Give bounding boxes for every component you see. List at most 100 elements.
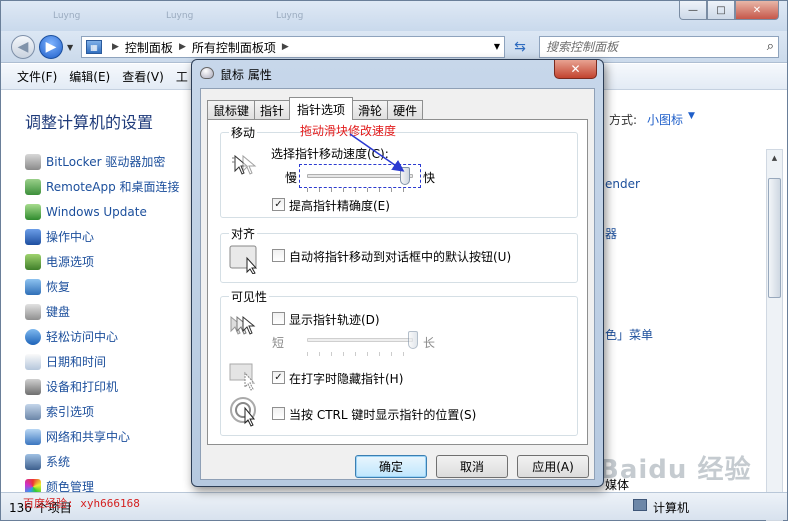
list-item-label[interactable]: 操作中心 (46, 228, 94, 245)
apply-button[interactable]: 应用(A) (517, 455, 589, 478)
address-dropdown-icon[interactable]: ▼ (494, 42, 500, 51)
pointer-trails-label[interactable]: 显示指针轨迹(D) (289, 311, 380, 328)
list-item-bitlocker[interactable]: BitLocker 驱动器加密 (25, 149, 180, 174)
list-item-label[interactable]: 恢复 (46, 278, 70, 295)
recent-pages-dropdown[interactable]: ▼ (67, 43, 73, 52)
hide-while-typing-checkbox[interactable]: ✓ (272, 371, 285, 384)
control-panel-item-list: BitLocker 驱动器加密 RemoteApp 和桌面连接 Windows … (25, 149, 180, 499)
view-by-dropdown[interactable]: 小图标 (647, 111, 683, 128)
fast-label: 快 (423, 171, 436, 185)
list-item-label[interactable]: BitLocker 驱动器加密 (46, 153, 165, 170)
list-item-indexing[interactable]: 索引选项 (25, 399, 180, 424)
breadcrumb-all-items[interactable]: 所有控制面板项 (192, 39, 276, 56)
tab-strip: 鼠标键 指针 指针选项 滑轮 硬件 (207, 97, 424, 120)
list-item-ease-of-access[interactable]: 轻松访问中心 (25, 324, 180, 349)
list-item-devices-printers[interactable]: 设备和打印机 (25, 374, 180, 399)
page-title: 调整计算机的设置 (25, 113, 154, 132)
menu-edit[interactable]: 编辑(E) (69, 68, 110, 85)
search-input[interactable] (546, 40, 746, 54)
remoteapp-icon (25, 178, 41, 195)
list-item-label[interactable]: 索引选项 (46, 403, 94, 420)
list-item-fragment[interactable]: 色」菜单 (605, 326, 653, 343)
list-item-date-time[interactable]: 日期和时间 (25, 349, 180, 374)
trails-slider-thumb (408, 331, 418, 349)
flag-icon (25, 228, 41, 245)
list-item-label[interactable]: 系统 (46, 453, 70, 470)
ok-button[interactable]: 确定 (355, 455, 427, 478)
list-item-label[interactable]: 轻松访问中心 (46, 328, 118, 345)
bitlocker-icon (25, 153, 41, 170)
list-item-label[interactable]: 日期和时间 (46, 353, 106, 370)
list-item-label[interactable]: 键盘 (46, 303, 70, 320)
show-location-checkbox[interactable] (272, 407, 285, 420)
scroll-up-icon[interactable]: ▲ (767, 150, 782, 166)
tab-pointer-options[interactable]: 指针选项 (289, 97, 354, 120)
hide-pointer-icon (229, 363, 256, 391)
menu-view[interactable]: 查看(V) (122, 68, 164, 85)
list-item-keyboard[interactable]: 键盘 (25, 299, 180, 324)
dialog-close-button[interactable]: ✕ (554, 60, 597, 79)
watermark-caption: 百度经验: xyh666168 (23, 497, 140, 510)
breadcrumb-separator[interactable]: ▶ (282, 42, 289, 52)
address-bar[interactable]: ▦ ▶ 控制面板 ▶ 所有控制面板项 ▶ ▼ (81, 36, 505, 58)
list-item-recovery[interactable]: 恢复 (25, 274, 180, 299)
status-bar: 136 个项目 百度经验: xyh666168 计算机 (1, 492, 787, 520)
search-icon[interactable]: ⌕ (767, 39, 774, 54)
keyboard-icon (25, 303, 41, 320)
slow-label: 慢 (285, 171, 298, 185)
list-item-fragment[interactable]: 器 (605, 225, 617, 242)
title-bar: Luyng Luyng Luyng — □ ✕ (1, 1, 787, 31)
precision-checkbox[interactable]: ✓ (272, 198, 285, 211)
refresh-button[interactable]: ⇆ (509, 37, 531, 57)
menu-file[interactable]: 文件(F) (17, 68, 57, 85)
scroll-thumb[interactable] (768, 178, 781, 298)
pointer-trails-checkbox[interactable] (272, 312, 285, 325)
tab-buttons[interactable]: 鼠标键 (207, 100, 256, 120)
speed-label: 选择指针移动速度(C): (271, 147, 389, 161)
forward-button[interactable]: ▶ (39, 35, 63, 59)
arrow-right-icon: ▶ (45, 39, 57, 55)
arrow-left-icon: ◀ (17, 39, 29, 55)
breadcrumb-separator[interactable]: ▶ (112, 42, 119, 52)
maximize-button[interactable]: □ (707, 1, 735, 20)
hide-while-typing-label[interactable]: 在打字时隐藏指针(H) (289, 370, 403, 387)
back-button[interactable]: ◀ (11, 35, 35, 59)
tab-pointers[interactable]: 指针 (254, 100, 291, 120)
list-item-label[interactable]: RemoteApp 和桌面连接 (46, 178, 180, 195)
list-item-action-center[interactable]: 操作中心 (25, 224, 180, 249)
list-item-power-options[interactable]: 电源选项 (25, 249, 180, 274)
visibility-group: 可见性 显示指针轨迹(D) 短 长 ✓ 在打字时隐藏指针(H) 当按 CTRL … (220, 288, 578, 436)
list-item-label[interactable]: 网络和共享中心 (46, 428, 130, 445)
precision-label[interactable]: 提高指针精确度(E) (289, 197, 390, 214)
breadcrumb-control-panel[interactable]: 控制面板 (125, 39, 173, 56)
pointer-trails-icon (230, 315, 256, 335)
close-button[interactable]: ✕ (735, 1, 779, 20)
minimize-button[interactable]: — (679, 1, 707, 20)
cancel-button[interactable]: 取消 (436, 455, 508, 478)
tab-hardware[interactable]: 硬件 (387, 100, 424, 120)
list-item-windows-update[interactable]: Windows Update (25, 199, 180, 224)
snap-to-checkbox[interactable] (272, 249, 285, 262)
snap-to-group: 对齐 自动将指针移动到对话框中的默认按钮(U) (220, 225, 578, 283)
breadcrumb-separator[interactable]: ▶ (179, 42, 186, 52)
list-item-label[interactable]: 设备和打印机 (46, 378, 118, 395)
list-item-system[interactable]: 系统 (25, 449, 180, 474)
power-icon (25, 253, 41, 270)
speed-slider-ticks (307, 188, 413, 192)
list-item-label[interactable]: Windows Update (46, 205, 147, 219)
menu-tools[interactable]: 工 (176, 68, 188, 85)
list-item-remoteapp[interactable]: RemoteApp 和桌面连接 (25, 174, 180, 199)
list-item-network-sharing[interactable]: 网络和共享中心 (25, 424, 180, 449)
tab-wheel[interactable]: 滑轮 (352, 100, 389, 120)
trails-slider-track (307, 338, 413, 342)
recovery-icon (25, 278, 41, 295)
annotation-text: 拖动滑块修改速度 (300, 124, 397, 138)
show-location-label[interactable]: 当按 CTRL 键时显示指针的位置(S) (289, 406, 476, 423)
chevron-down-icon[interactable]: ▼ (688, 111, 695, 121)
snap-to-label[interactable]: 自动将指针移动到对话框中的默认按钮(U) (289, 248, 511, 265)
vertical-scrollbar[interactable]: ▲ ▼ (766, 149, 783, 521)
list-item-label[interactable]: 电源选项 (46, 253, 94, 270)
ctrl-locate-icon (230, 397, 256, 427)
list-item-fragment[interactable]: ender (605, 177, 640, 191)
search-box: ⌕ (539, 36, 779, 58)
